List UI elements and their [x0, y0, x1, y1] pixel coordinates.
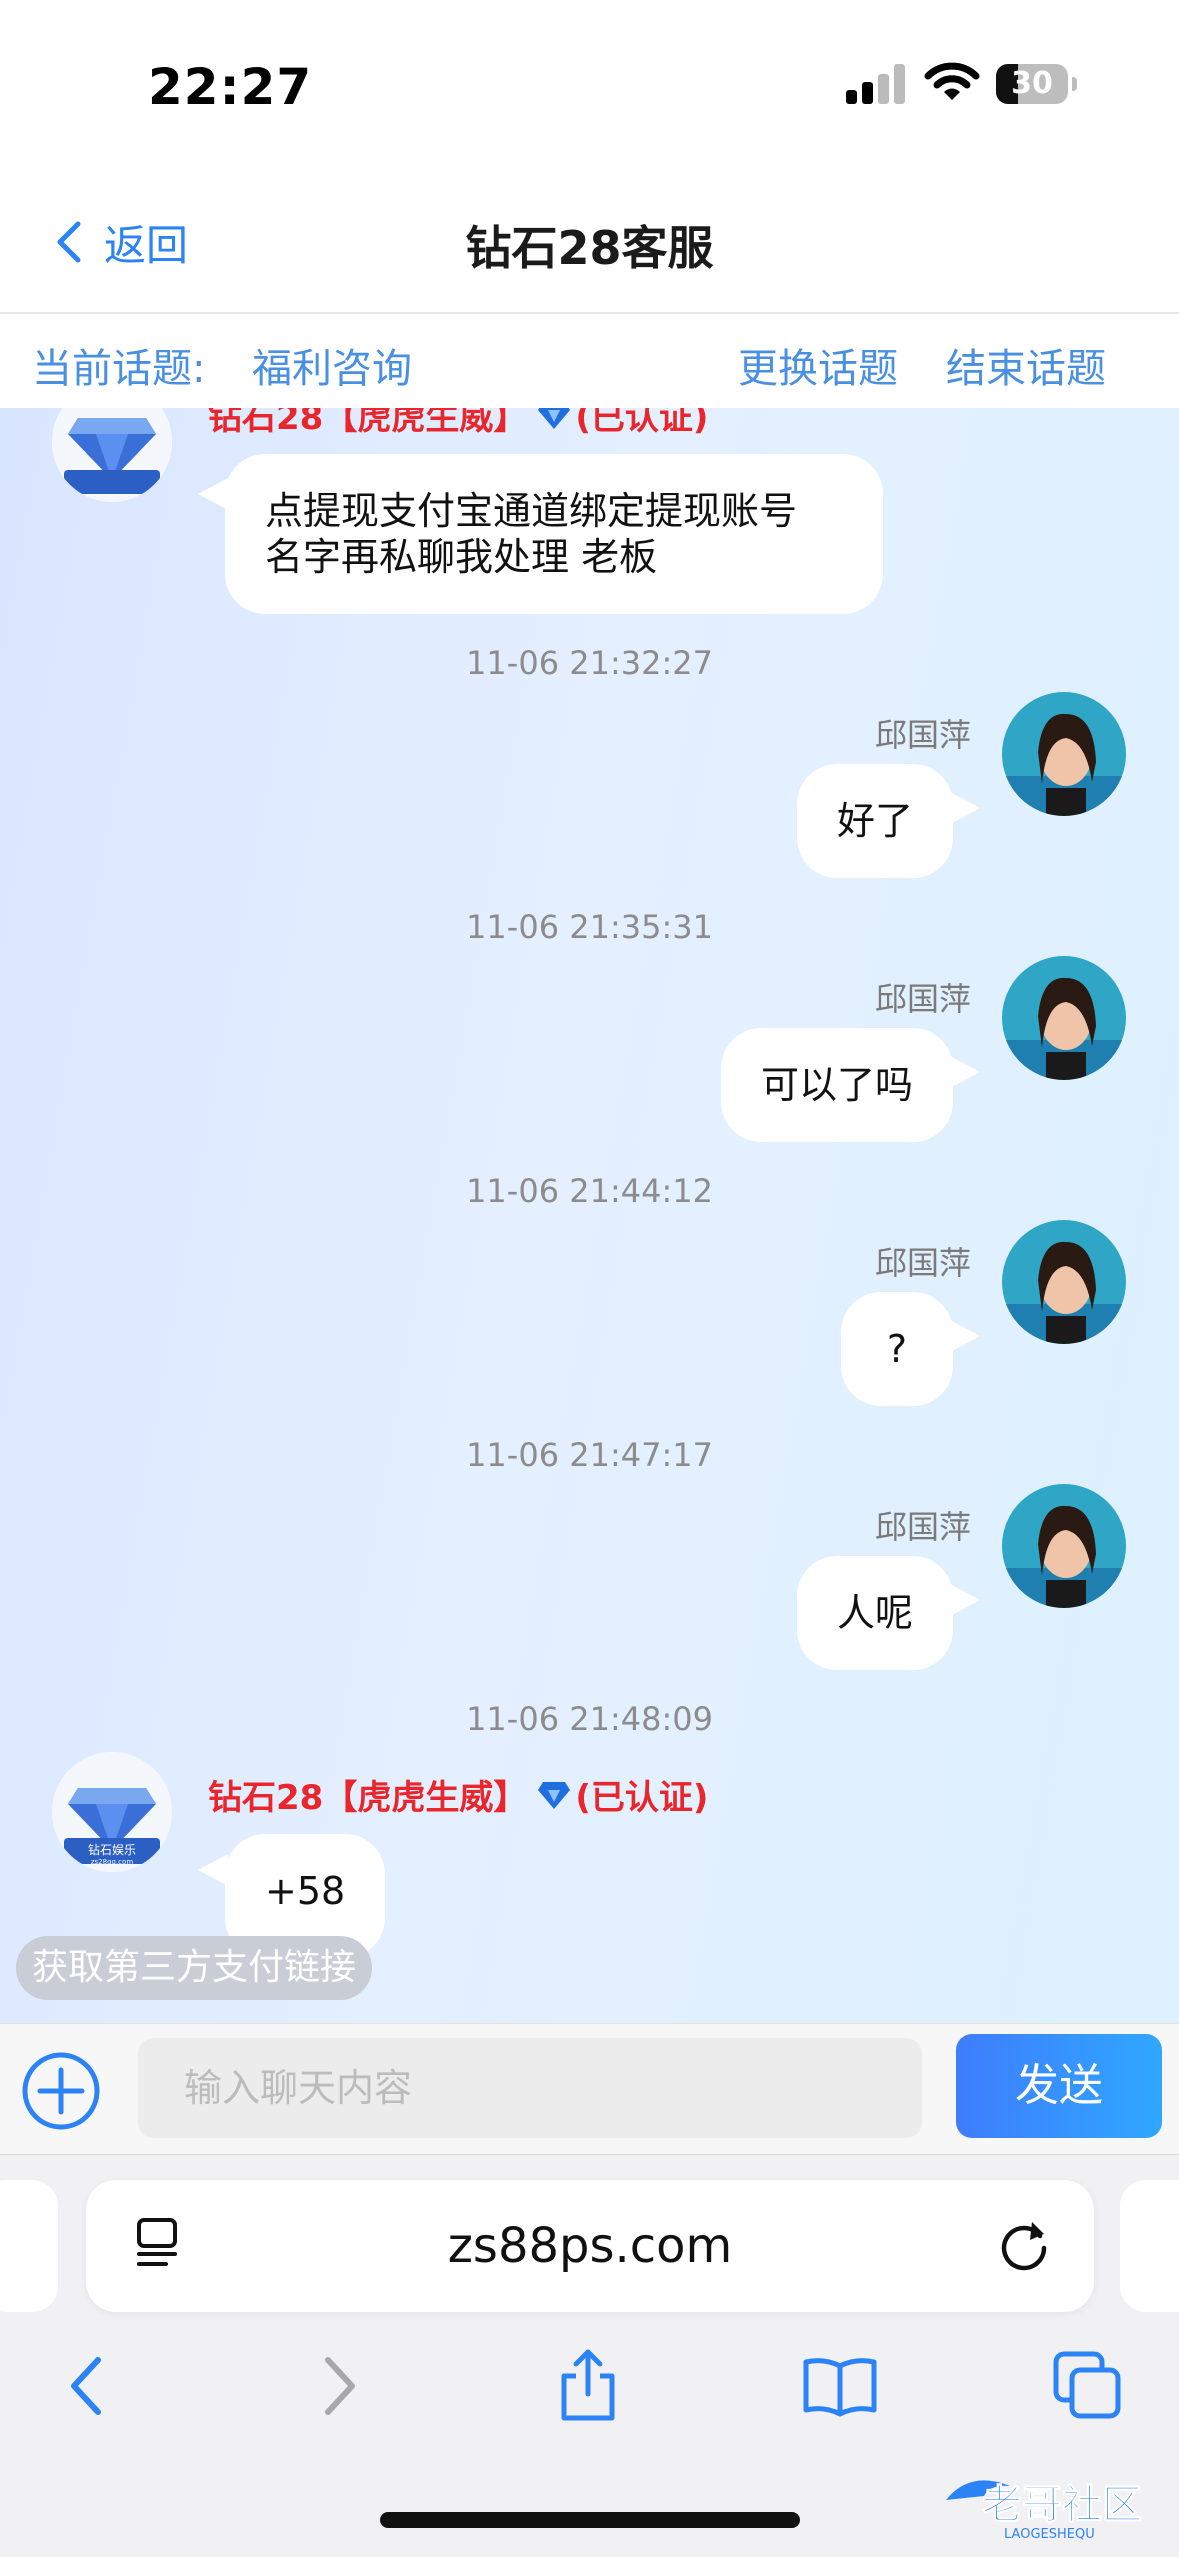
- verified-diamond-icon: [538, 408, 571, 429]
- url-text[interactable]: zs88ps.com: [86, 2218, 1094, 2274]
- message-text: 点提现支付宝通道绑定提现账号 名字再私聊我处理 老板: [265, 489, 798, 579]
- send-button[interactable]: 发送: [956, 2034, 1162, 2138]
- end-topic-button[interactable]: 结束话题: [946, 336, 1106, 394]
- verified-label: (已认证): [575, 408, 709, 438]
- message-text: ?: [886, 1327, 907, 1371]
- change-topic-button[interactable]: 更换话题: [738, 336, 898, 394]
- service-avatar: 钻石娱乐 zs28gg.com: [52, 1752, 172, 1872]
- third-party-payment-link-button[interactable]: 获取第三方支付链接: [16, 1936, 373, 2000]
- service-avatar: [52, 408, 172, 502]
- verified-label: (已认证): [575, 1778, 709, 1818]
- diamond-logo-icon: 钻石娱乐 zs28gg.com: [52, 1752, 172, 1872]
- message-text: 人呢: [836, 1591, 913, 1635]
- chat-input[interactable]: [138, 2038, 922, 2138]
- page-title: 钻石28客服: [465, 221, 714, 275]
- watermark-logo: 老哥社区 LAOGESHEQU: [946, 2480, 1143, 2542]
- current-topic-label: 当前话题:: [32, 346, 206, 392]
- tabs-icon: [1053, 2351, 1121, 2419]
- bookmarks-button[interactable]: [800, 2340, 880, 2432]
- message-bubble: 人呢: [796, 1556, 953, 1670]
- message-bubble: 好了: [796, 764, 953, 878]
- service-name: 钻石28【虎虎生威】: [208, 408, 528, 438]
- back-nav-button[interactable]: [46, 2340, 126, 2432]
- chevron-right-icon: [325, 2357, 355, 2415]
- chat-messages[interactable]: 钻石28【虎虎生威】 (已认证) 点提现支付宝通道绑定提现账号 名字再私聊我处理…: [0, 408, 1179, 2023]
- message-text: +58: [265, 1869, 346, 1913]
- message-timestamp: 11-06 21:48:09: [466, 1700, 713, 1738]
- verified-diamond-icon: [538, 1781, 571, 1809]
- user-avatar: [1002, 956, 1126, 1080]
- chevron-left-icon: [71, 2357, 101, 2415]
- watermark-subtext: LAOGESHEQU: [1004, 2527, 1095, 2542]
- diamond-logo-icon: [52, 408, 172, 502]
- reload-icon[interactable]: [994, 2214, 1054, 2274]
- message-bubble: ?: [840, 1292, 953, 1406]
- user-avatar: [1002, 692, 1126, 816]
- service-sender-name: 钻石28【虎虎生威】 (已认证): [208, 1770, 708, 1819]
- logo-text: 钻石娱乐: [88, 1842, 136, 1857]
- user-sender-name: 邱国萍: [874, 1244, 971, 1282]
- message-bubble: 点提现支付宝通道绑定提现账号 名字再私聊我处理 老板: [225, 454, 883, 614]
- current-topic-value: 福利咨询: [252, 346, 412, 392]
- home-indicator: [380, 2512, 800, 2528]
- share-button[interactable]: [548, 2340, 628, 2432]
- message-text: 好了: [836, 799, 913, 843]
- service-sender-name: 钻石28【虎虎生威】 (已认证): [208, 408, 708, 439]
- service-name: 钻石28【虎虎生威】: [208, 1778, 528, 1818]
- tabs-button[interactable]: [1048, 2340, 1128, 2432]
- user-sender-name: 邱国萍: [874, 1508, 971, 1546]
- message-timestamp: 11-06 21:35:31: [466, 908, 713, 946]
- next-tab-preview[interactable]: [1120, 2180, 1179, 2312]
- message-timestamp: 11-06 21:32:27: [466, 644, 713, 682]
- book-icon: [803, 2358, 877, 2417]
- user-avatar: [1002, 1220, 1126, 1344]
- share-icon: [561, 2349, 615, 2421]
- message-timestamp: 11-06 21:47:17: [466, 1436, 713, 1474]
- user-avatar: [1002, 1484, 1126, 1608]
- battery-icon: 30: [996, 64, 1078, 104]
- watermark-text: 老哥社区: [982, 2482, 1142, 2528]
- battery-level: 30: [1011, 66, 1053, 101]
- message-text: 可以了吗: [760, 1063, 913, 1107]
- message-timestamp: 11-06 21:44:12: [466, 1172, 713, 1210]
- user-sender-name: 邱国萍: [874, 716, 971, 754]
- plus-circle-icon[interactable]: [20, 2050, 102, 2132]
- message-bubble: 可以了吗: [720, 1028, 953, 1142]
- cellular-signal-icon: [846, 64, 906, 104]
- user-sender-name: 邱国萍: [874, 980, 971, 1018]
- wifi-icon: [924, 62, 980, 100]
- logo-subtext: zs28gg.com: [91, 1858, 133, 1866]
- status-time: 22:27: [148, 58, 313, 116]
- forward-nav-button[interactable]: [300, 2340, 380, 2432]
- previous-tab-preview[interactable]: [0, 2180, 58, 2312]
